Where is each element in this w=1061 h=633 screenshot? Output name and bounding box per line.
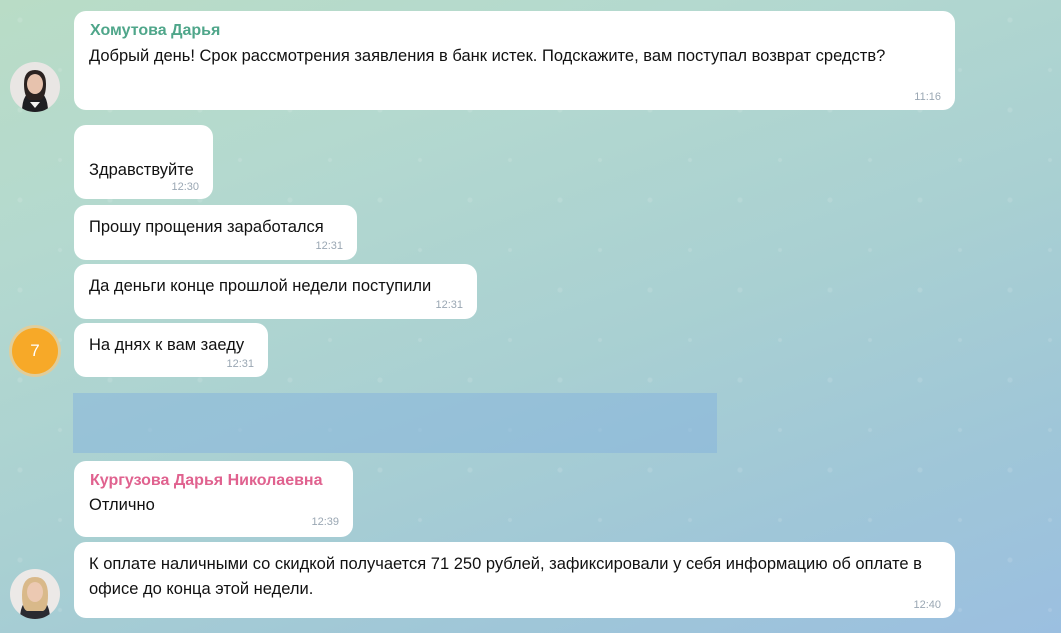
- message-sender-name[interactable]: Хомутова Дарья: [90, 22, 220, 40]
- message-bubble[interactable]: Да деньги конце прошлой недели поступили…: [74, 264, 477, 319]
- message-time: 12:40: [913, 599, 941, 611]
- message-bubble[interactable]: Кургузова Дарья Николаевна Отлично 12:39: [74, 461, 353, 537]
- message-bubble[interactable]: Здравствуйте 12:30: [74, 125, 213, 199]
- message-text: На днях к вам заеду: [89, 336, 245, 354]
- message-bubble[interactable]: Хомутова Дарья Добрый день! Срок рассмот…: [74, 11, 955, 110]
- message-time: 12:31: [226, 358, 254, 370]
- message-text: Да деньги конце прошлой недели поступили: [89, 277, 432, 295]
- message-time: 12:30: [171, 181, 199, 193]
- message-text: К оплате наличными со скидкой получается…: [89, 555, 922, 598]
- selection-highlight: [73, 393, 717, 453]
- user-avatar-photo[interactable]: [10, 569, 60, 619]
- message-time: 11:16: [914, 91, 941, 103]
- message-time: 12:39: [311, 516, 339, 528]
- message-text: Добрый день! Срок рассмотрения заявления…: [89, 47, 886, 65]
- user-avatar-initial[interactable]: 7: [12, 328, 58, 374]
- message-text: Здравствуйте: [89, 161, 194, 179]
- message-text: Отлично: [89, 496, 155, 514]
- message-time: 12:31: [435, 299, 463, 311]
- user-avatar-photo[interactable]: [10, 62, 60, 112]
- message-bubble[interactable]: Прошу прощения заработался 12:31: [74, 205, 357, 260]
- message-text: Прошу прощения заработался: [89, 218, 324, 236]
- message-bubble[interactable]: К оплате наличными со скидкой получается…: [74, 542, 955, 618]
- message-bubble[interactable]: На днях к вам заеду 12:31: [74, 323, 268, 377]
- message-time: 12:31: [315, 240, 343, 252]
- message-sender-name[interactable]: Кургузова Дарья Николаевна: [90, 472, 322, 490]
